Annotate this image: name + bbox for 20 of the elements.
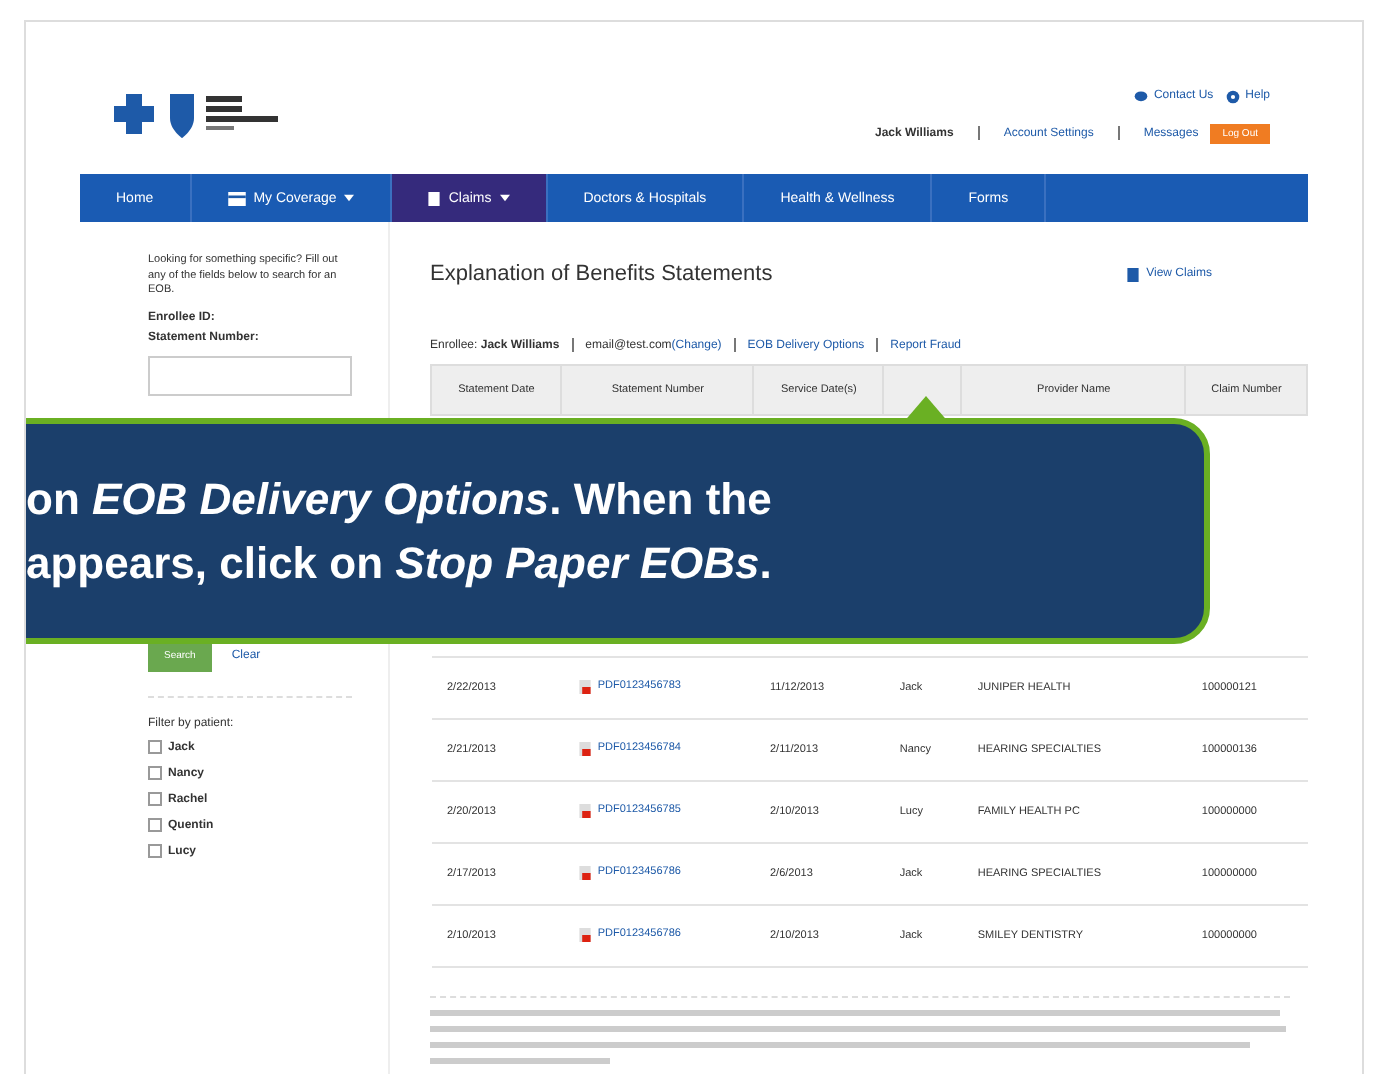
callout-text: appears, click on Stop Paper EOBs. <box>26 535 774 592</box>
document-icon <box>1126 267 1141 281</box>
checkbox[interactable] <box>148 844 162 859</box>
pdf-icon <box>577 679 592 693</box>
checkbox[interactable] <box>148 740 162 755</box>
checkbox[interactable] <box>148 766 162 781</box>
card-icon <box>227 191 246 205</box>
chat-icon <box>1133 89 1148 103</box>
document-icon <box>428 191 441 205</box>
pdf-icon <box>577 865 592 879</box>
pdf-icon <box>577 927 592 941</box>
callout-text: on EOB Delivery Options. When the <box>26 471 774 528</box>
pdf-icon <box>577 803 592 817</box>
input-field[interactable] <box>148 356 352 397</box>
help-icon <box>1225 89 1240 103</box>
checkbox[interactable] <box>148 818 162 833</box>
pdf-icon <box>577 741 592 755</box>
checkbox[interactable] <box>148 792 162 807</box>
column-header <box>883 365 962 415</box>
page-title: Explanation of Benefits Statements <box>430 262 773 286</box>
